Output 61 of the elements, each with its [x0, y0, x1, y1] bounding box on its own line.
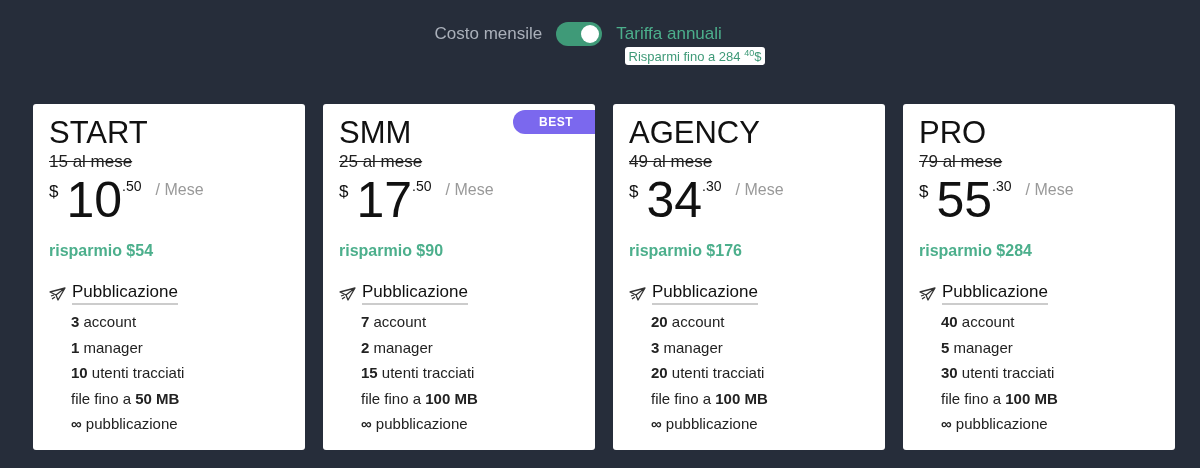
savings-text: risparmio $176 [629, 242, 742, 261]
price-period: / Mese [155, 181, 204, 200]
paper-plane-icon [339, 286, 356, 301]
feature-item: 7 account [361, 312, 428, 333]
feature-title: Pubblicazione [362, 282, 468, 306]
feature-title: Pubblicazione [942, 282, 1048, 306]
currency-symbol: $ [49, 182, 59, 203]
monthly-label: Costo mensile [434, 24, 543, 44]
feature-item: ∞ pubblicazione [651, 414, 759, 435]
feature-item: 20 utenti tracciati [651, 363, 766, 384]
savings-text: risparmio $284 [919, 242, 1032, 261]
feature-item: 15 utenti tracciati [361, 363, 476, 384]
old-price: 25 al mese [339, 152, 423, 173]
old-price: 49 al mese [629, 152, 713, 173]
billing-toggle-switch[interactable] [556, 22, 603, 46]
feature-item: ∞ pubblicazione [361, 414, 469, 435]
price-period: / Mese [445, 181, 494, 200]
old-price: 15 al mese [49, 152, 133, 173]
feature-item: 40 account [941, 312, 1016, 333]
feature-item: 10 utenti tracciati [71, 363, 186, 384]
plan-name: START [49, 116, 148, 151]
plan-name: PRO [919, 116, 987, 151]
feature-item: file fino a 100 MB [941, 388, 1059, 409]
savings-badge: Risparmi fino a 284 $^{40}$$ [624, 47, 766, 66]
savings-text: risparmio $54 [49, 242, 154, 261]
feature-title: Pubblicazione [72, 282, 178, 306]
plan-name: AGENCY [629, 116, 760, 151]
feature-title: Pubblicazione [652, 282, 758, 306]
feature-item: 3 manager [651, 337, 724, 358]
price-cents: .50 [412, 178, 432, 195]
currency-symbol: $ [919, 182, 929, 203]
paper-plane-icon [49, 286, 66, 301]
price-cents: .50 [122, 178, 142, 195]
annual-label: Tariffa annuali [616, 24, 722, 44]
feature-item: 3 account [71, 312, 138, 333]
paper-plane-icon [919, 286, 936, 301]
currency-symbol: $ [339, 182, 349, 203]
savings-text: risparmio $90 [339, 242, 444, 261]
best-badge: BEST [513, 110, 595, 135]
feature-item: 1 manager [71, 337, 144, 358]
price-period: / Mese [1025, 181, 1074, 200]
price-amount: 55 [936, 174, 993, 227]
feature-item: file fino a 50 MB [71, 388, 181, 409]
feature-item: 30 utenti tracciati [941, 363, 1056, 384]
price-amount: 17 [356, 174, 413, 227]
feature-item: ∞ pubblicazione [941, 414, 1049, 435]
plan-name: SMM [339, 116, 412, 151]
old-price: 79 al mese [919, 152, 1003, 173]
price-amount: 10 [66, 174, 123, 227]
feature-item: ∞ pubblicazione [71, 414, 179, 435]
price-cents: .30 [992, 178, 1012, 195]
feature-item: 20 account [651, 312, 726, 333]
feature-item: file fino a 100 MB [651, 388, 769, 409]
feature-item: 2 manager [361, 337, 434, 358]
currency-symbol: $ [629, 182, 639, 203]
price-amount: 34 [646, 174, 703, 227]
feature-item: 5 manager [941, 337, 1014, 358]
feature-item: file fino a 100 MB [361, 388, 479, 409]
price-cents: .30 [702, 178, 722, 195]
price-period: / Mese [735, 181, 784, 200]
paper-plane-icon [629, 286, 646, 301]
